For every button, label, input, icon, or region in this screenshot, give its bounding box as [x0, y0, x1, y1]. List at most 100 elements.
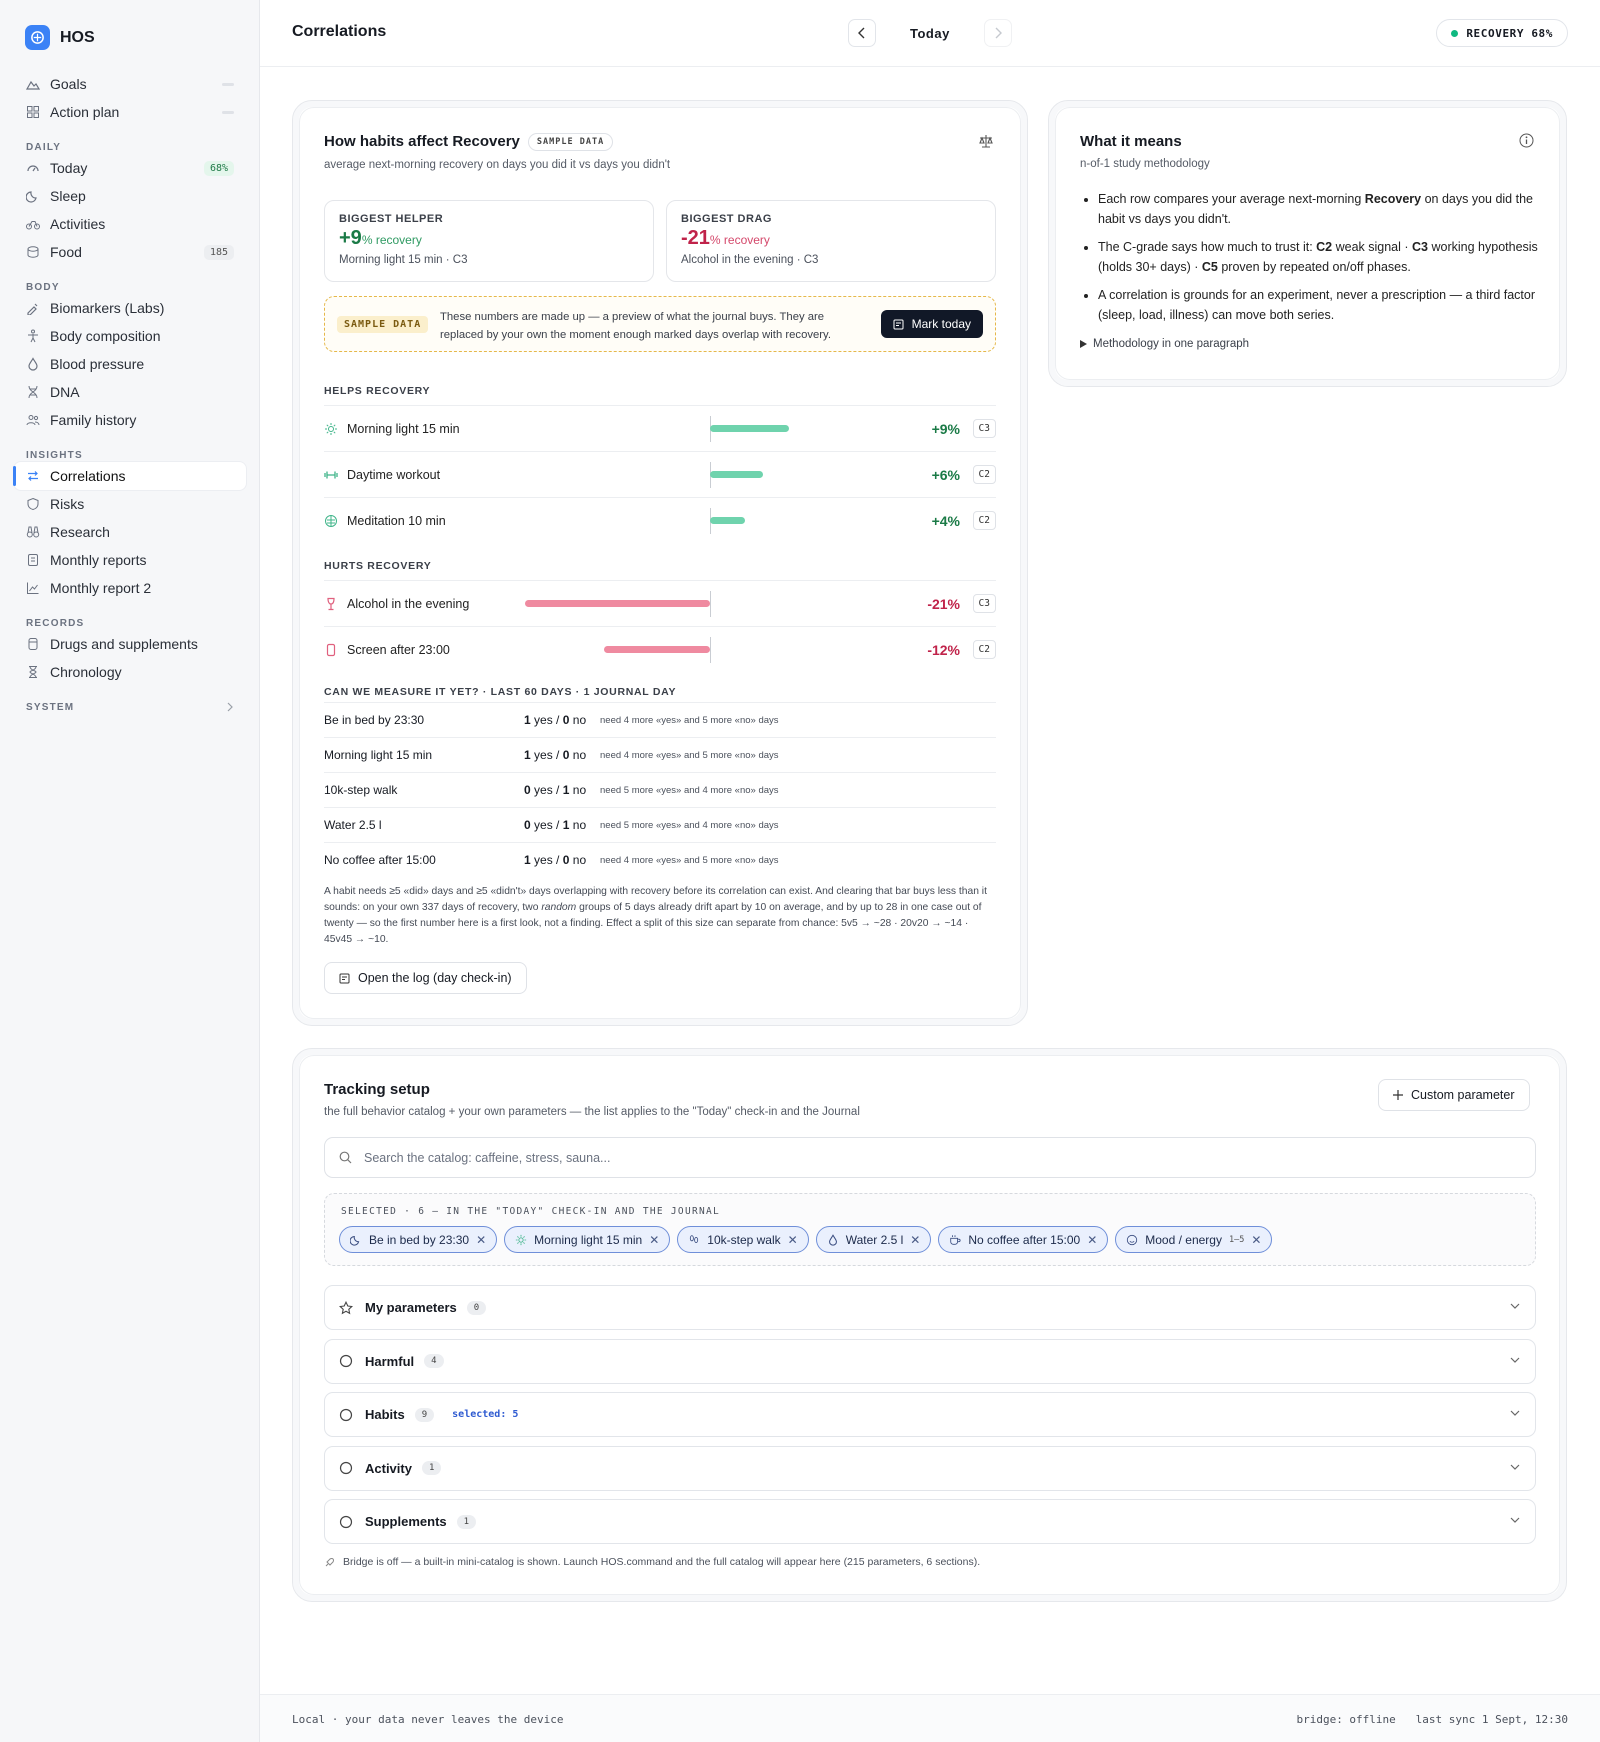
sidebar-item-action-plan[interactable]: Action plan: [14, 98, 246, 126]
sidebar-item-risks[interactable]: Risks: [14, 490, 246, 518]
yes-label: yes: [534, 713, 553, 727]
pill-label: No coffee after 15:00: [968, 1232, 1081, 1247]
sidebar-item-correlations[interactable]: Correlations: [13, 462, 246, 490]
selected-pills: Be in bed by 23:30 ✕ Morning light 15 min ✕…: [339, 1226, 1273, 1253]
sidebar-item-family-history[interactable]: Family history: [14, 406, 246, 434]
chevron-down-icon: [1510, 1303, 1520, 1309]
catalog-group-supplements[interactable]: Supplements 1: [324, 1499, 1536, 1544]
sample-data-text: These numbers are made up — a preview of…: [440, 311, 831, 341]
helper-unit: % recovery: [361, 233, 422, 247]
selected-title: SELECTED · 6 — IN THE "TODAY" CHECK-IN A…: [341, 1206, 721, 1217]
measure-row: Be in bed by 23:30 1 yes / 0 no need 4 mor…: [324, 702, 996, 737]
chevron-right-icon: [227, 702, 233, 712]
mountain-icon: [26, 80, 40, 90]
group-title: Habits: [365, 1407, 405, 1422]
section-system[interactable]: SYSTEM: [14, 694, 246, 714]
prev-day-button[interactable]: [848, 19, 876, 47]
catalog-group-activity[interactable]: Activity 1: [324, 1445, 1536, 1491]
sidebar-item-biomarkers[interactable]: Biomarkers (Labs): [14, 294, 246, 322]
no-label: no: [572, 748, 587, 762]
habit-name: Water 2.5 l: [324, 818, 382, 832]
remove-icon[interactable]: ✕: [910, 1233, 920, 1247]
bike-icon: [26, 221, 40, 230]
drag-unit: % recovery: [709, 233, 770, 247]
means-bullet: A correlation is grounds for an experime…: [1098, 285, 1538, 325]
no-count: 0: [562, 748, 570, 762]
sidebar-item-drugs-and-supplements[interactable]: Drugs and supplements: [14, 630, 246, 658]
status-dot: [1451, 29, 1459, 37]
report-icon: [28, 554, 38, 566]
bullet-text: Each row compares your average next-morn…: [1098, 192, 1365, 206]
open-log-button[interactable]: Open the log (day check-in): [324, 962, 527, 994]
star-icon: [339, 1300, 353, 1314]
group-title: Supplements: [365, 1514, 447, 1529]
section-title: INSIGHTS: [26, 449, 83, 461]
sidebar-item-research[interactable]: Research: [14, 518, 246, 546]
pipette-icon: [27, 303, 38, 315]
brand[interactable]: HOS: [25, 25, 95, 50]
group-count: 0: [466, 1300, 487, 1315]
next-day-button[interactable]: [984, 19, 1012, 47]
catalog-search-input[interactable]: Search the catalog: caffeine, stress, sa…: [324, 1137, 1536, 1178]
yes-no-count: 1 yes / 0 no: [524, 713, 587, 727]
sidebar-item-blood-pressure[interactable]: Blood pressure: [14, 350, 246, 378]
arrows-icon: [28, 471, 38, 481]
methodology-toggle[interactable]: Methodology in one paragraph: [1080, 338, 1249, 350]
correlation-row: Meditation 10 min +4% C2: [324, 497, 996, 543]
sidebar-item-goals[interactable]: Goals: [14, 70, 246, 98]
sidebar-item-monthly-reports[interactable]: Monthly reports: [14, 546, 246, 574]
measure-row: 10k-step walk 0 yes / 1 no need 5 more «ye…: [324, 772, 996, 807]
circle-icon: [339, 1461, 353, 1475]
no-count: 1: [562, 818, 570, 832]
selected-parameter-pill[interactable]: No coffee after 15:00 ✕: [938, 1226, 1109, 1253]
remove-icon[interactable]: ✕: [1087, 1233, 1097, 1247]
footer-privacy: Local · your data never leaves the devic…: [292, 1713, 564, 1726]
sidebar-item-sleep[interactable]: Sleep: [14, 182, 246, 210]
selected-parameter-pill[interactable]: 10k-step walk ✕: [677, 1226, 809, 1253]
sample-data-banner: SAMPLE DATA These numbers are made up — …: [324, 296, 996, 352]
chart-icon: [27, 582, 39, 594]
confidence-grade: C2: [972, 465, 996, 484]
moon-icon: [350, 1235, 360, 1246]
sidebar-item-activities[interactable]: Activities: [14, 210, 246, 238]
catalog-group-my-parameters[interactable]: My parameters 0: [324, 1285, 1536, 1330]
info-icon[interactable]: [1519, 133, 1534, 148]
selected-parameter-pill[interactable]: Water 2.5 l ✕: [815, 1226, 932, 1253]
selected-parameter-pill[interactable]: Morning light 15 min ✕: [504, 1226, 671, 1253]
biggest-drag-card: BIGGEST DRAG -21% recovery Alcohol in th…: [666, 200, 996, 282]
positive-bar: [710, 471, 763, 478]
sidebar-item-monthly-report-2[interactable]: Monthly report 2: [14, 574, 246, 602]
habit-name: Daytime workout: [347, 467, 441, 482]
remove-icon[interactable]: ✕: [649, 1233, 659, 1247]
group-selected-count: selected: 5: [452, 1409, 519, 1420]
sidebar-item-food[interactable]: Food 185: [14, 238, 246, 266]
habit-name: Screen after 23:00: [347, 642, 450, 657]
no-count: 1: [562, 783, 570, 797]
sidebar-item-dna[interactable]: DNA: [14, 378, 246, 406]
negative-bar: [525, 600, 710, 607]
effect-value: +9%: [931, 420, 960, 437]
effect-value: -21%: [927, 595, 960, 612]
mark-today-button[interactable]: Mark today: [880, 310, 983, 338]
sidebar-item-label: Family history: [50, 412, 137, 428]
measure-row: Morning light 15 min 1 yes / 0 no need 4 m…: [324, 737, 996, 772]
remove-icon[interactable]: ✕: [476, 1233, 486, 1247]
status-dash: [222, 82, 234, 86]
sidebar-item-body-composition[interactable]: Body composition: [14, 322, 246, 350]
sidebar-item-chronology[interactable]: Chronology: [14, 658, 246, 686]
selected-parameter-pill[interactable]: Mood / energy 1–5 ✕: [1115, 1226, 1273, 1253]
sidebar-item-today[interactable]: Today 68%: [14, 154, 246, 182]
positive-bar: [710, 425, 790, 432]
recovery-pill[interactable]: RECOVERY 68%: [1436, 19, 1568, 47]
scale-icon[interactable]: [978, 133, 994, 149]
remove-icon[interactable]: ✕: [788, 1233, 798, 1247]
chevron-down-icon: [1510, 1410, 1520, 1416]
section-title: BODY: [26, 281, 60, 293]
confidence-grade: C3: [972, 594, 996, 613]
remove-icon[interactable]: ✕: [1251, 1233, 1261, 1247]
no-label: no: [572, 853, 587, 867]
catalog-group-harmful[interactable]: Harmful 4: [324, 1338, 1536, 1384]
custom-parameter-button[interactable]: Custom parameter: [1378, 1079, 1530, 1111]
selected-parameter-pill[interactable]: Be in bed by 23:30 ✕: [339, 1226, 498, 1253]
catalog-group-habits[interactable]: Habits 9 selected: 5: [324, 1392, 1536, 1437]
